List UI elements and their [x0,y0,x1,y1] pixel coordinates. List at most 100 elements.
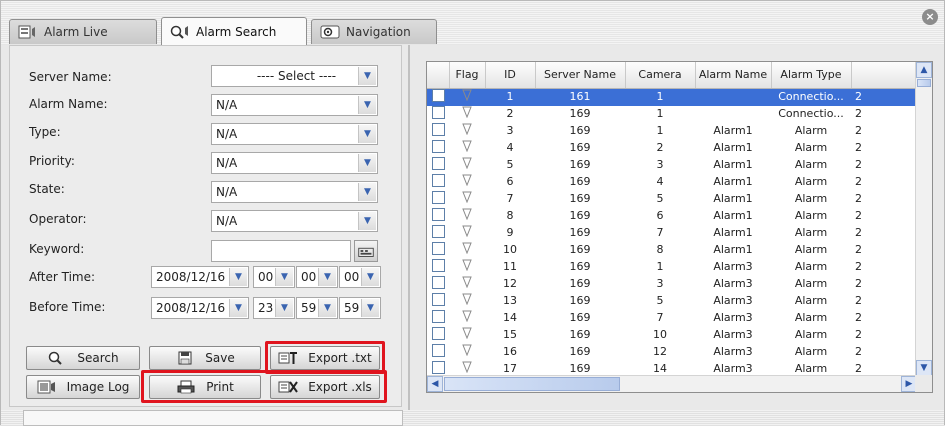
type-select[interactable]: N/A ▼ [211,123,378,145]
close-icon[interactable]: × [922,9,938,25]
row-checkbox-cell[interactable] [427,241,449,259]
flag-cell[interactable] [449,140,485,157]
table-row[interactable]: 8 169 6 Alarm1 Alarm 2 [427,207,917,225]
row-checkbox[interactable] [431,360,445,374]
row-checkbox[interactable] [431,139,445,153]
flag-icon[interactable] [461,208,473,220]
table-row[interactable]: 10 169 8 Alarm1 Alarm 2 [427,241,917,259]
flag-cell[interactable] [449,208,485,225]
row-checkbox-cell[interactable] [427,326,449,344]
before-minute-select[interactable]: 59 ▼ [296,297,338,319]
row-checkbox[interactable] [431,258,445,272]
export-xls-button[interactable]: Export .xls [270,375,380,399]
flag-icon[interactable] [461,89,473,101]
column-header[interactable] [851,62,918,89]
priority-select[interactable]: N/A ▼ [211,152,378,174]
before-date-select[interactable]: 2008/12/16 ▼ [151,297,249,319]
save-button[interactable]: Save [149,346,261,370]
chevron-down-icon[interactable]: ▼ [361,268,379,286]
row-checkbox-cell[interactable] [427,207,449,225]
vertical-scrollbar[interactable]: ▲ ▼ [915,62,932,376]
flag-icon[interactable] [461,293,473,305]
table-row[interactable]: 15 169 10 Alarm3 Alarm 2 [427,326,917,344]
table-row[interactable]: 16 169 12 Alarm3 Alarm 2 [427,343,917,361]
row-checkbox-cell[interactable] [427,122,449,140]
chevron-down-icon[interactable]: ▼ [318,268,336,286]
row-checkbox[interactable] [431,343,445,357]
row-checkbox[interactable] [431,326,445,340]
chevron-down-icon[interactable]: ▼ [358,125,376,143]
row-checkbox[interactable] [431,224,445,238]
after-second-select[interactable]: 00 ▼ [339,266,381,288]
row-checkbox-cell[interactable] [427,309,449,327]
after-hour-select[interactable]: 00 ▼ [253,266,295,288]
flag-cell[interactable] [449,242,485,259]
flag-cell[interactable] [449,157,485,174]
table-row[interactable]: 12 169 3 Alarm3 Alarm 2 [427,275,917,293]
row-checkbox[interactable] [431,190,445,204]
chevron-down-icon[interactable]: ▼ [318,299,336,317]
flag-cell[interactable] [449,106,485,123]
scroll-down-arrow-icon[interactable]: ▼ [916,360,932,376]
flag-cell[interactable] [449,123,485,140]
row-checkbox-cell[interactable] [427,292,449,310]
panel-divider[interactable] [408,45,410,426]
flag-icon[interactable] [461,123,473,135]
image-log-button[interactable]: Image Log [26,375,140,399]
table-row[interactable]: 6 169 4 Alarm1 Alarm 2 [427,173,917,191]
scroll-up-arrow-icon[interactable]: ▲ [916,62,932,78]
after-date-select[interactable]: 2008/12/16 ▼ [151,266,249,288]
tab-alarm-live[interactable]: Alarm Live [9,19,157,44]
table-row[interactable]: 13 169 5 Alarm3 Alarm 2 [427,292,917,310]
row-checkbox-cell[interactable] [427,105,449,123]
row-checkbox[interactable] [431,309,445,323]
chevron-down-icon[interactable]: ▼ [358,183,376,201]
before-second-select[interactable]: 59 ▼ [339,297,381,319]
column-header[interactable]: Alarm Type [771,62,852,89]
row-checkbox-cell[interactable] [427,258,449,276]
keyword-input[interactable] [211,240,351,262]
row-checkbox-cell[interactable] [427,88,449,106]
row-checkbox-cell[interactable] [427,190,449,208]
flag-cell[interactable] [449,225,485,242]
state-select[interactable]: N/A ▼ [211,181,378,203]
server-name-select[interactable]: ---- Select ---- ▼ [211,65,378,87]
flag-icon[interactable] [461,327,473,339]
flag-icon[interactable] [461,106,473,118]
row-checkbox-cell[interactable] [427,343,449,361]
flag-icon[interactable] [461,259,473,271]
flag-cell[interactable] [449,88,485,106]
search-button[interactable]: Search [26,346,140,370]
row-checkbox[interactable] [431,156,445,170]
chevron-down-icon[interactable]: ▼ [275,299,293,317]
export-txt-button[interactable]: Export .txt [270,346,380,370]
flag-icon[interactable] [461,344,473,356]
column-header[interactable]: ID [485,62,536,89]
after-minute-select[interactable]: 00 ▼ [296,266,338,288]
row-checkbox[interactable] [431,292,445,306]
flag-cell[interactable] [449,327,485,344]
chevron-down-icon[interactable]: ▼ [358,96,376,114]
flag-icon[interactable] [461,276,473,288]
column-header[interactable]: Flag [449,62,486,89]
table-row[interactable]: 11 169 1 Alarm3 Alarm 2 [427,258,917,276]
column-header[interactable]: Server Name [535,62,626,89]
row-checkbox-cell[interactable] [427,224,449,242]
row-checkbox-cell[interactable] [427,173,449,191]
flag-icon[interactable] [461,174,473,186]
table-row[interactable]: 5 169 3 Alarm1 Alarm 2 [427,156,917,174]
flag-icon[interactable] [461,140,473,152]
scroll-left-arrow-icon[interactable]: ◀ [427,376,443,392]
flag-cell[interactable] [449,259,485,276]
tab-navigation[interactable]: Navigation [311,19,437,44]
horizontal-scrollbar[interactable]: ◀ ▶ [427,375,917,392]
print-button[interactable]: Print [149,375,261,399]
table-row[interactable]: 7 169 5 Alarm1 Alarm 2 [427,190,917,208]
flag-icon[interactable] [461,157,473,169]
chevron-down-icon[interactable]: ▼ [229,299,247,317]
flag-cell[interactable] [449,344,485,361]
chevron-down-icon[interactable]: ▼ [229,268,247,286]
flag-cell[interactable] [449,276,485,293]
chevron-down-icon[interactable]: ▼ [358,154,376,172]
tab-alarm-search[interactable]: Alarm Search [161,17,307,45]
